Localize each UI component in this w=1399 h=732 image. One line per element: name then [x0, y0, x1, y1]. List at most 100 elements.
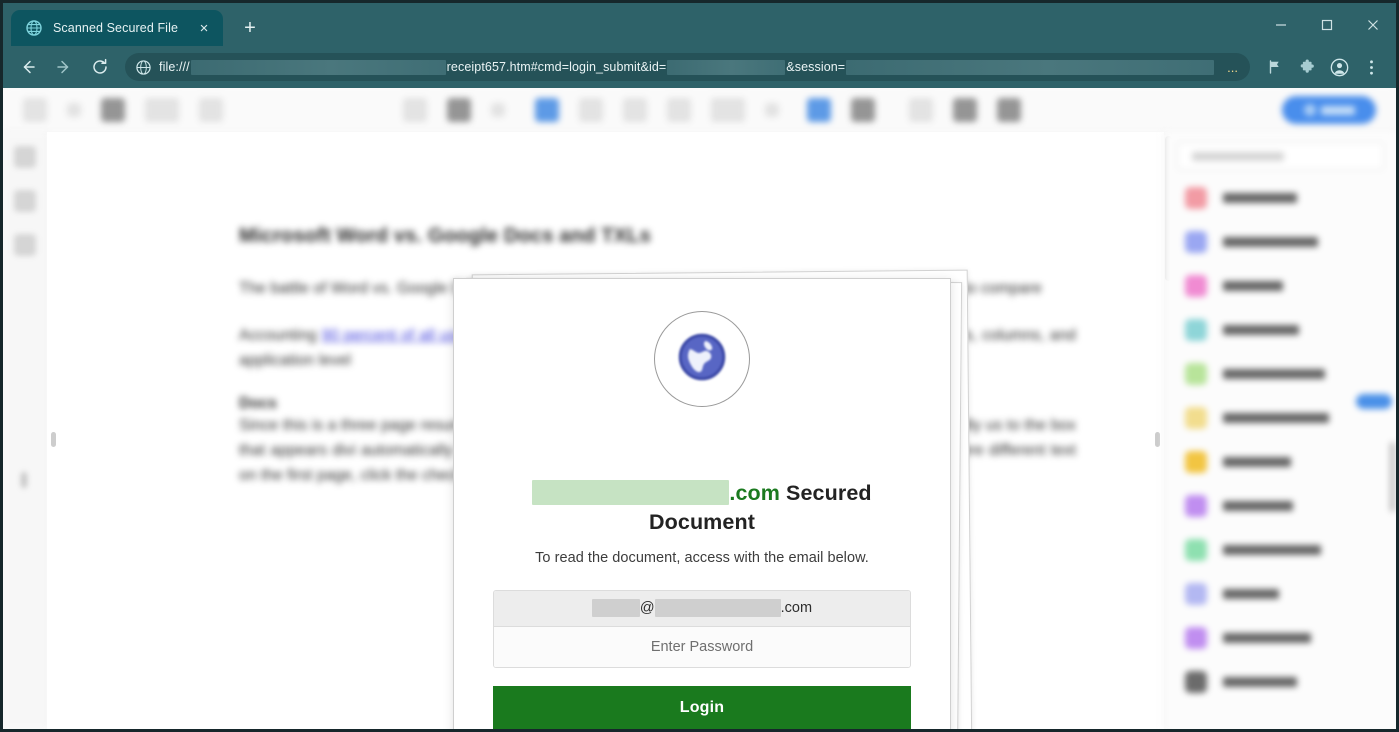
document-heading: Microsoft Word vs. Google Docs and TXLs [239, 225, 651, 247]
organize-pages-icon [1185, 363, 1207, 385]
select-tool-icon[interactable] [101, 97, 125, 122]
browser-tab[interactable]: Scanned Secured File × [11, 10, 223, 46]
tool-item-comment[interactable] [1165, 440, 1396, 484]
share-button[interactable] [1282, 96, 1376, 124]
email-field[interactable]: @ .com [494, 590, 910, 627]
tool-item-fill-and-sign[interactable] [1165, 484, 1396, 528]
edit-pdf-icon [1185, 275, 1207, 297]
tool-item-organize-pages[interactable] [1165, 352, 1396, 396]
tool-item-enhance-scans[interactable] [1165, 528, 1396, 572]
dialog-title: .com Secured Document [497, 479, 907, 537]
attachments-icon[interactable] [13, 234, 36, 256]
back-arrow-icon[interactable] [13, 52, 43, 82]
highlighter-icon[interactable] [851, 97, 875, 122]
zoom-out-icon[interactable] [403, 97, 427, 122]
fit-dropdown-icon[interactable] [765, 102, 779, 117]
promo-badge[interactable] [1356, 394, 1392, 409]
brand-logo-container [654, 311, 750, 407]
tool-label [1223, 237, 1318, 247]
draw-pen-icon[interactable] [953, 97, 977, 122]
acrobat-tools-sidebar [1164, 132, 1396, 729]
flag-icon[interactable] [1260, 52, 1290, 82]
profile-avatar-icon[interactable] [1324, 52, 1354, 82]
close-icon[interactable] [1350, 3, 1396, 46]
extensions-puzzle-icon[interactable] [1292, 52, 1322, 82]
tool-label [1223, 413, 1329, 423]
url-session-param: &session= [786, 60, 846, 74]
hand-tool-icon[interactable] [579, 97, 603, 122]
zoom-in-icon[interactable] [447, 97, 471, 122]
tool-label [1223, 589, 1279, 599]
password-placeholder: Enter Password [650, 638, 754, 655]
maximize-icon[interactable] [1304, 3, 1350, 46]
redacted-email-local [591, 599, 640, 618]
tool-label [1223, 501, 1293, 511]
browser-titlebar: Scanned Secured File × + [3, 3, 1396, 46]
dialog-subtitle: To read the document, access with the em… [535, 549, 869, 566]
tool-item-edit-pdf[interactable] [1165, 264, 1396, 308]
new-tab-button[interactable]: + [235, 13, 265, 43]
page-nav-icon[interactable] [67, 102, 81, 117]
more-tools-icon [1185, 671, 1207, 693]
create-pdf-icon [1185, 187, 1207, 209]
address-bar[interactable]: file:/// receipt657.htm#cmd=login_submit… [125, 53, 1250, 81]
panel-resize-handle[interactable] [21, 472, 27, 488]
send-for-review-icon [1185, 407, 1207, 429]
page-thumbnails-icon[interactable] [13, 146, 36, 168]
fill-and-sign-icon [1185, 495, 1207, 517]
rotate-left-icon[interactable] [623, 97, 647, 122]
tool-label [1223, 369, 1325, 379]
dialog-title-tld: .com [729, 481, 780, 505]
fit-width-icon[interactable] [711, 97, 745, 122]
zoom-level-icon[interactable] [491, 102, 505, 117]
secured-document-login-dialog: .com Secured Document To read the docume… [453, 278, 951, 729]
cursor-tool-icon[interactable] [535, 97, 559, 122]
sticky-note-icon[interactable] [909, 97, 933, 122]
window-controls [1258, 3, 1396, 46]
enhance-scans-icon [1185, 539, 1207, 561]
browser-window: Scanned Secured File × + file:/// receip… [0, 0, 1399, 732]
comment-icon [1185, 451, 1207, 473]
browser-toolbar: file:/// receipt657.htm#cmd=login_submit… [3, 46, 1396, 88]
tool-label [1223, 325, 1299, 335]
password-input[interactable]: Enter Password [494, 626, 910, 667]
email-at-symbol: @ [639, 600, 655, 617]
combine-files-icon [1185, 231, 1207, 253]
tool-item-accessibility[interactable] [1165, 616, 1396, 660]
chrome-menu-icon[interactable] [1356, 52, 1386, 82]
left-edge-handle[interactable] [51, 432, 56, 447]
tab-title: Scanned Secured File [53, 21, 178, 35]
search-icon[interactable] [23, 97, 47, 122]
comment-highlight-icon[interactable] [807, 97, 831, 122]
tool-item-export-pdf[interactable] [1165, 308, 1396, 352]
tools-search-input[interactable] [1177, 142, 1384, 170]
accessibility-icon [1185, 627, 1207, 649]
tools-search-placeholder [1192, 151, 1284, 161]
signature-icon[interactable] [997, 97, 1021, 122]
rotate-right-icon[interactable] [667, 97, 691, 122]
acrobat-left-rail [3, 132, 47, 729]
redacted-email-domain [654, 599, 781, 618]
globe-icon [676, 331, 728, 388]
tool-label [1223, 281, 1283, 291]
url-redacted-path [190, 59, 446, 75]
email-tld: .com [780, 600, 813, 617]
tool-item-more-tools[interactable] [1165, 660, 1396, 704]
reload-icon[interactable] [85, 52, 115, 82]
right-edge-handle[interactable] [1155, 432, 1160, 447]
globe-icon [25, 20, 42, 37]
forward-arrow-icon[interactable] [49, 52, 79, 82]
close-icon[interactable]: × [193, 17, 215, 39]
sidebar-scrollbar[interactable] [1390, 442, 1395, 512]
login-button[interactable]: Login [493, 685, 911, 729]
share-button-label [1320, 105, 1355, 115]
minimize-icon[interactable] [1258, 3, 1304, 46]
tool-item-create-pdf[interactable] [1165, 176, 1396, 220]
zoom-search-icon[interactable] [199, 97, 223, 122]
export-pdf-icon [1185, 319, 1207, 341]
tab-strip: Scanned Secured File × + [3, 3, 265, 46]
tool-item-protect[interactable] [1165, 572, 1396, 616]
page-field-icon[interactable] [145, 97, 179, 122]
bookmarks-icon[interactable] [13, 190, 36, 212]
tool-item-combine-files[interactable] [1165, 220, 1396, 264]
